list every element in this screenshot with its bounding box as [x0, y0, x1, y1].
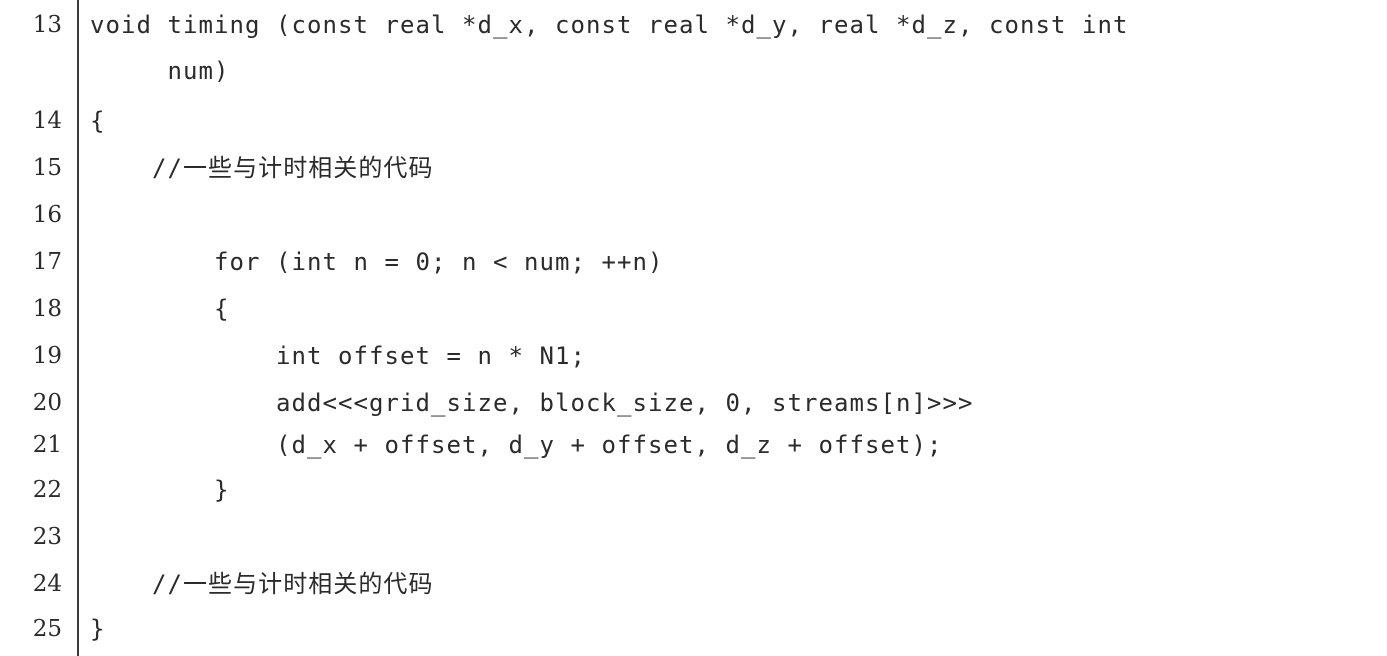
code-text: for (int n = 0; n < num; ++n)	[90, 248, 664, 276]
code-text: void timing (const real *d_x, const real…	[90, 11, 1129, 39]
code-line-20: 20 add<<<grid_size, block_size, 0, strea…	[0, 383, 1387, 423]
code-comment: //一些与计时相关的代码	[90, 570, 434, 598]
line-number: 14	[32, 108, 62, 134]
code-line-17: 17 for (int n = 0; n < num; ++n)	[0, 242, 1387, 282]
code-text: num)	[90, 57, 230, 85]
code-line-23: 23	[0, 517, 1387, 557]
code-text: add<<<grid_size, block_size, 0, streams[…	[90, 389, 974, 417]
line-number: 17	[32, 249, 62, 275]
line-number: 15	[32, 155, 62, 181]
code-line-13: 13 void timing (const real *d_x, const r…	[0, 5, 1387, 45]
code-line-18: 18 {	[0, 289, 1387, 329]
code-line-22: 22 }	[0, 470, 1387, 510]
code-line-13-continued: num)	[0, 51, 1387, 91]
code-line-14: 14 {	[0, 101, 1387, 141]
line-number: 16	[32, 202, 62, 228]
code-line-25: 25 }	[0, 609, 1387, 649]
line-number: 25	[32, 616, 62, 642]
code-text: }	[90, 476, 230, 504]
line-number: 19	[32, 343, 62, 369]
code-line-15: 15 //一些与计时相关的代码	[0, 148, 1387, 188]
code-line-24: 24 //一些与计时相关的代码	[0, 564, 1387, 604]
line-number: 22	[32, 477, 62, 503]
line-number: 20	[32, 390, 62, 416]
code-line-21: 21 (d_x + offset, d_y + offset, d_z + of…	[0, 425, 1387, 465]
code-text: (d_x + offset, d_y + offset, d_z + offse…	[90, 431, 943, 459]
line-number: 18	[32, 296, 62, 322]
code-text: {	[90, 295, 230, 323]
code-comment: //一些与计时相关的代码	[90, 154, 434, 182]
code-listing: 13 void timing (const real *d_x, const r…	[0, 0, 1387, 656]
code-text: {	[90, 107, 106, 135]
line-number: 24	[32, 571, 62, 597]
code-text: int offset = n * N1;	[90, 342, 586, 370]
line-number: 23	[32, 524, 62, 550]
code-line-19: 19 int offset = n * N1;	[0, 336, 1387, 376]
code-text: }	[90, 615, 106, 643]
line-number: 21	[32, 432, 62, 458]
line-number: 13	[32, 12, 62, 38]
code-line-16: 16	[0, 195, 1387, 235]
